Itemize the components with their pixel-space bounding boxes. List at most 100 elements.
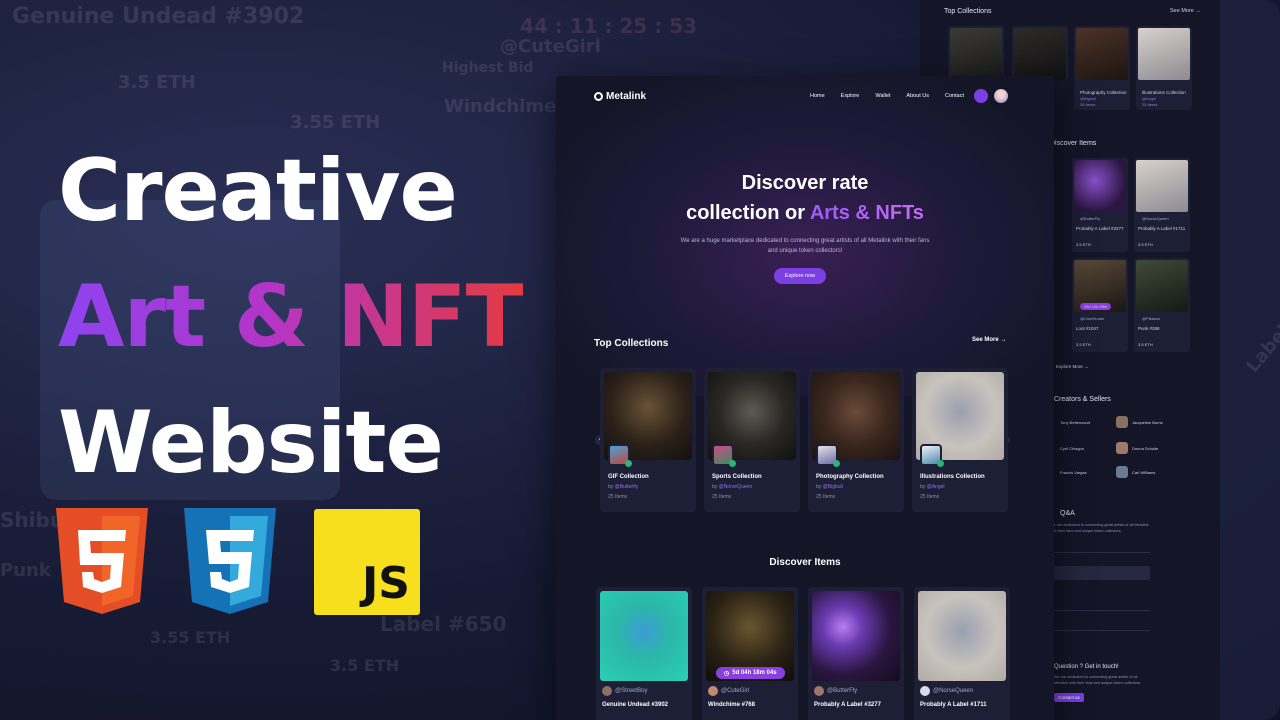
creator-avatar[interactable] (608, 444, 632, 467)
right-collection-card[interactable] (1012, 26, 1068, 80)
background-ghost-price: 3.5 ETH (118, 72, 196, 93)
collection-creator: by @Angel (920, 484, 945, 490)
collection-image (1138, 28, 1190, 80)
collection-creator-handle[interactable]: @Butterfly (615, 484, 638, 490)
right-collection-card[interactable] (948, 26, 1004, 80)
nav-links: Home Explore Wallet About Us Contact (810, 93, 964, 99)
right-collection-items: 25 Items (1142, 102, 1158, 107)
website-mockup: Metalink Home Explore Wallet About Us Co… (556, 76, 1054, 720)
item-creator[interactable]: @NorseQueen (920, 686, 973, 696)
right-item-user: @Pikasso (1142, 316, 1161, 321)
collection-card[interactable]: Sports Collection by @NorseQueen 25 Item… (704, 368, 800, 512)
item-name: Probably A Label #3277 (814, 702, 881, 708)
creator-avatar[interactable] (712, 444, 736, 467)
top-collections-title: Top Collections (594, 338, 669, 349)
item-image (1074, 160, 1126, 212)
collection-image (1076, 28, 1128, 80)
collection-creator-handle[interactable]: @Bigbull (823, 484, 843, 490)
right-item-timer: 05d 12h 29m (1080, 303, 1112, 310)
right-creator-name: Carl Williams (1132, 470, 1156, 475)
collection-creator: by @NorseQueen (712, 484, 752, 490)
collection-image (950, 28, 1002, 80)
item-creator-handle: @ButterFly (827, 688, 858, 694)
collection-image (1014, 28, 1066, 80)
discover-card[interactable]: @ButterFly Probably A Label #3277 (808, 587, 904, 720)
hero-subtitle: We are a huge marketplace dedicated to c… (680, 238, 930, 254)
collection-card[interactable]: GIF Collection by @Butterfly 25 Items (600, 368, 696, 512)
collection-card[interactable]: Illustrations Collection by @Angel 25 It… (912, 368, 1008, 512)
right-contact-title: Question ? Get in touch! (1054, 664, 1119, 670)
right-creator-name: Francis Vargas (1060, 470, 1087, 475)
right-collection-user: @Bigbull (1080, 96, 1097, 101)
right-see-more-link[interactable]: See More → (1170, 8, 1201, 14)
see-more-link[interactable]: See More → (972, 337, 1006, 343)
background-ghost-bid: Highest Bid (442, 60, 534, 76)
creator-avatar[interactable] (816, 444, 840, 467)
item-image (1136, 160, 1188, 212)
collection-creator-handle[interactable]: @Angel (927, 484, 945, 490)
discover-card[interactable]: @NorseQueen Probably A Label #1711 (914, 587, 1010, 720)
html5-icon (56, 508, 148, 616)
item-image (812, 591, 900, 681)
item-creator-handle: @NorseQueen (933, 688, 974, 694)
right-item-name: Punk #288 (1138, 326, 1160, 331)
clock-icon: ◷ (724, 670, 730, 677)
collection-count: 25 Items (712, 494, 732, 500)
item-creator[interactable]: @ButterFly (814, 686, 857, 696)
wallet-icon[interactable] (974, 89, 988, 103)
nav-about[interactable]: About Us (906, 93, 929, 99)
creator-avatar[interactable] (920, 444, 944, 467)
right-creator-avatar[interactable] (1116, 442, 1128, 454)
item-creator-handle: @CuteGirl (721, 688, 750, 694)
brand-logo[interactable]: Metalink (594, 91, 646, 102)
collection-by: by (816, 484, 822, 490)
collection-creator-handle[interactable]: @NorseQueen (719, 484, 752, 490)
right-discover-card[interactable] (1134, 158, 1190, 252)
right-qa-text: We are dedicated to connecting great art… (1050, 523, 1149, 533)
discover-items-title: Discover Items (769, 557, 841, 568)
collection-card[interactable]: Photography Collection by @Bigbull 25 It… (808, 368, 904, 512)
right-creator-avatar[interactable] (1116, 416, 1128, 428)
auction-timer-text: 5d 04h 18m 04s (732, 670, 777, 676)
brand-name: Metalink (606, 90, 647, 102)
right-explore-more-link[interactable]: Explore More → (1056, 364, 1089, 369)
right-item-name: Loot #1047 (1076, 326, 1099, 331)
collection-by: by (920, 484, 926, 490)
item-creator[interactable]: @CuteGirl (708, 686, 749, 696)
discover-card[interactable]: @StreetBoy Genuine Undead #3902 (596, 587, 692, 720)
right-item-price: 3.5 ETH (1076, 242, 1091, 247)
nav-explore[interactable]: Explore (841, 93, 860, 99)
right-discover-card[interactable] (1072, 158, 1128, 252)
headline-line-website: Website (58, 393, 444, 493)
right-contact-button[interactable]: Contact us (1054, 693, 1084, 702)
avatar[interactable] (994, 89, 1008, 103)
css3-icon (184, 508, 276, 616)
right-qa-divider (1050, 610, 1150, 611)
nav-contact[interactable]: Contact (945, 93, 964, 99)
right-item-user: @ButterFly (1080, 216, 1101, 221)
explore-now-button[interactable]: Explore now (774, 268, 826, 284)
background-ghost-punk: Punk (0, 560, 51, 581)
item-image (1136, 260, 1188, 312)
creator-avatar (814, 686, 824, 696)
right-creator-avatar[interactable] (1116, 466, 1128, 478)
collection-creator: by @Butterfly (608, 484, 638, 490)
item-creator[interactable]: @StreetBoy (602, 686, 647, 696)
right-qa-answer (1050, 566, 1150, 580)
right-collection-name: Photography Collection (1080, 90, 1127, 95)
nav-wallet[interactable]: Wallet (875, 93, 890, 99)
collection-creator: by @Bigbull (816, 484, 843, 490)
right-creator-name: Jacqueline Burns (1132, 420, 1163, 425)
right-item-price: 3.5 ETH (1076, 342, 1091, 347)
auction-timer: ◷ 5d 04h 18m 04s (716, 667, 785, 679)
creator-avatar (920, 686, 930, 696)
background-ghost-price: 3.5 ETH (330, 656, 400, 675)
background-ghost-item: Windchime (444, 96, 557, 117)
discover-card[interactable]: ◷ 5d 04h 18m 04s @CuteGirl Windchime #768 (702, 587, 798, 720)
item-name: Probably A Label #1711 (920, 702, 987, 708)
right-discover-card[interactable] (1134, 258, 1190, 352)
collection-name: Photography Collection (816, 474, 884, 480)
item-image (600, 591, 688, 681)
nav-home[interactable]: Home (810, 93, 825, 99)
background-ghost-title: Genuine Undead #3902 (12, 4, 305, 29)
